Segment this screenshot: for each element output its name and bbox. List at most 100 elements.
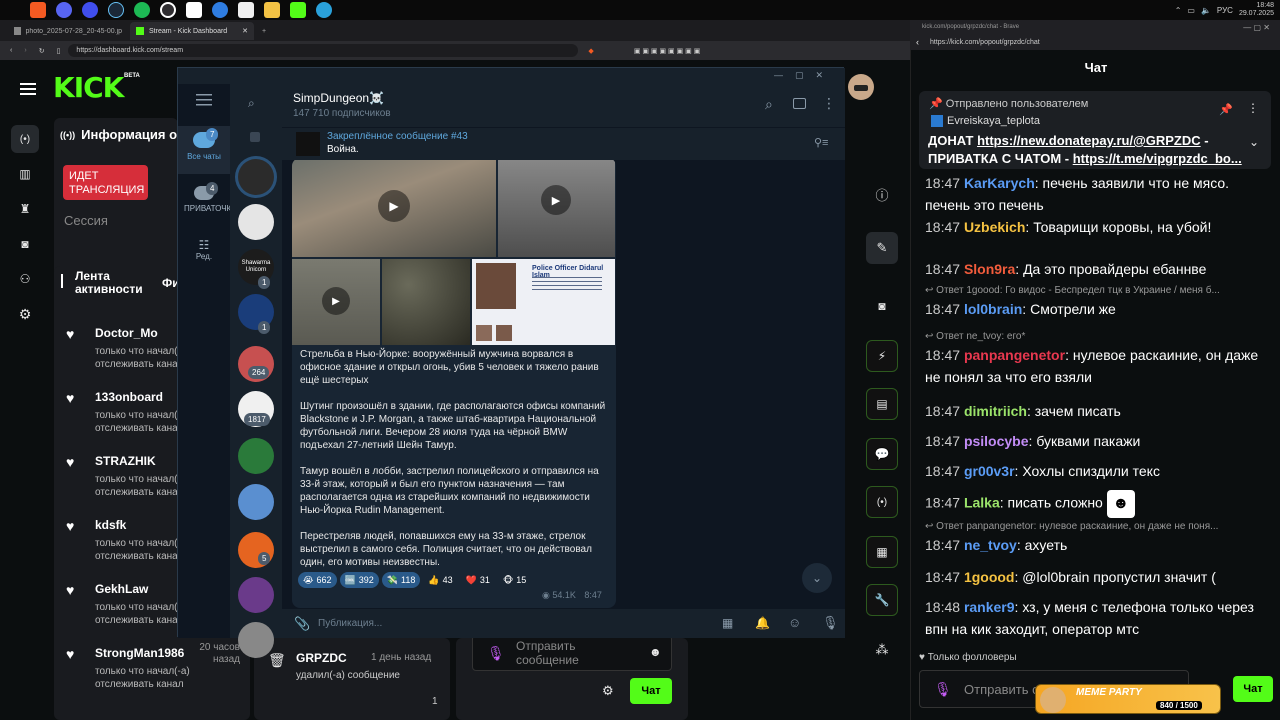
mic-icon[interactable]: 🎙 [822,615,839,631]
dashboard-chat-input[interactable]: 🎙 Отправить сообщение ☻ [472,635,672,671]
steam-icon[interactable] [108,2,124,18]
chat-avatar[interactable] [238,622,274,658]
play-icon[interactable]: ▶ [541,185,571,215]
tab-photo[interactable]: photo_2025-07-28_20-45-00.jpg (12... [8,22,128,40]
sidebar-toggle-icon[interactable] [793,98,806,109]
screenshot-button[interactable]: ◙ [866,290,898,322]
feed-user[interactable]: GekhLaw [95,582,148,596]
back-icon[interactable]: ‹ [916,37,919,47]
search-icon[interactable]: ⌕ [765,96,773,113]
community-nav-button[interactable]: ⚇ [11,265,39,293]
feed-user[interactable]: Doctor_Mo [95,326,158,340]
reaction[interactable]: 💸 118 [381,572,421,588]
mod-user[interactable]: GRPZDC [296,651,347,665]
folder-private[interactable]: 4 ПРИВАТОЧКА [178,180,237,228]
donate-link[interactable]: https://new.donatepay.ru/@GRPZDC [977,133,1201,148]
reply-preview[interactable]: ↩ Ответ 1goood: Го видос - Беспредел тцк… [925,284,1270,298]
pinned-user[interactable]: Evreiskaya_teplota [931,115,1040,127]
tools-button[interactable]: 🔧 [866,584,898,616]
message-user[interactable]: lol0brain [964,301,1022,317]
post-video[interactable]: ▶ [292,259,380,345]
channel-name[interactable]: SimpDungeon☠️ [293,91,384,105]
volume-icon[interactable]: 🔈 [1201,6,1211,15]
discord-icon[interactable] [82,2,98,18]
obs-icon[interactable] [160,2,176,18]
stream-nav-button[interactable]: (•) [11,125,39,153]
telegram-link[interactable]: https://t.me/vipgrpzdc_bo... [1073,151,1242,166]
folder-all-chats[interactable]: 7 Все чаты [178,126,230,174]
brave-shield-icon[interactable]: ◆ [588,47,593,55]
settings-nav-button[interactable]: ⚙ [11,300,39,328]
attach-icon[interactable]: 📎 [294,616,310,632]
folder-edit[interactable]: ☷ Ред. [178,238,230,278]
post-photo[interactable] [382,259,470,345]
play-icon[interactable]: ▶ [322,287,350,315]
message-user[interactable]: psilocybe [964,433,1029,449]
reload-icon[interactable]: ↻ [39,47,45,55]
notes-button[interactable]: ▤ [866,388,898,420]
new-tab-button[interactable]: + [256,22,272,40]
forward-icon[interactable]: › [24,47,26,54]
folder-icon[interactable] [264,2,280,18]
scene-button[interactable]: ▦ [866,536,898,568]
message-input[interactable]: Публикация... [318,618,382,629]
url-field[interactable]: https://dashboard.kick.com/stream [68,44,579,57]
chat-avatar[interactable] [238,159,274,195]
reaction[interactable]: 😭 662 [298,572,337,588]
post-photo[interactable]: Police Officer Didarul Islam [472,259,615,345]
bell-icon[interactable]: 🔔 [755,616,770,630]
close-icon[interactable]: ✕ [242,27,248,35]
chat-avatar[interactable] [238,577,274,613]
info-button[interactable]: ⓘ [866,178,898,210]
app-icon[interactable] [238,2,254,18]
reaction[interactable]: 🐵 15 [498,572,531,588]
mic-icon[interactable]: 🎙 [934,681,952,698]
broadcast-button[interactable]: (•) [866,486,898,518]
feed-user[interactable]: StrongMan1986 [95,646,184,660]
avatar[interactable] [848,74,874,100]
more-icon[interactable]: ⋮ [822,95,836,112]
brave-icon[interactable] [30,2,46,18]
scroll-down-button[interactable]: ⌄ [802,563,832,593]
chat-avatar[interactable] [238,484,274,520]
kick-taskbar-icon[interactable] [290,2,306,18]
gear-icon[interactable]: ⚙ [602,683,614,699]
back-icon[interactable]: ‹ [10,47,12,54]
feed-user[interactable]: 133onboard [95,390,163,404]
network-icon[interactable]: ▭ [1187,6,1195,15]
message-user[interactable]: dimitriich [964,403,1027,419]
mic-icon[interactable]: 🎙 [487,645,505,662]
language-indicator[interactable]: РУС [1217,6,1233,15]
feed-user[interactable]: kdsfk [95,518,126,532]
chevron-down-icon[interactable]: ⌄ [1249,135,1259,149]
message-user[interactable]: gr00v3r [964,463,1015,479]
tray-up-icon[interactable]: ⌃ [1175,6,1182,15]
kick-logo[interactable]: KICK [53,71,124,104]
channel-nav-button[interactable]: ◙ [11,230,39,258]
message-user[interactable]: ne_tvoy [964,537,1017,553]
app-icon[interactable] [212,2,228,18]
search-icon[interactable]: ⌕ [248,96,255,111]
discord-icon[interactable] [56,2,72,18]
tab-kick-dashboard[interactable]: Stream - Kick Dashboard ✕ [130,22,254,40]
pin-icon[interactable]: 📌 [1219,103,1233,116]
pinned-message-bar[interactable]: Закреплённое сообщение #43 Война. ⚲≡ [282,128,845,160]
message-user[interactable]: KarKarych [964,175,1035,191]
chat-avatar[interactable] [238,204,274,240]
app-icon[interactable] [186,2,202,18]
chat-send-button[interactable]: Чат [1233,676,1273,702]
more-icon[interactable]: ⋮ [1247,101,1259,115]
reaction[interactable]: 🆒 392 [339,572,379,588]
menu-icon[interactable] [178,94,230,106]
reaction[interactable]: ❤️ 31 [461,572,495,588]
chat-button[interactable]: 💬 [866,438,898,470]
emoji-icon[interactable]: ☻ [649,645,662,659]
chat-avatar[interactable] [238,438,274,474]
edit-button[interactable]: ✎ [866,232,898,264]
clock[interactable]: 18:48 29.07.2025 [1239,2,1274,18]
archive-icon[interactable] [250,132,260,142]
emoji-icon[interactable]: ☺ [788,615,801,630]
message-user[interactable]: Lalka [964,495,1000,511]
achievements-nav-button[interactable]: ♜ [11,195,39,223]
drag-handle-icon[interactable] [61,274,63,288]
